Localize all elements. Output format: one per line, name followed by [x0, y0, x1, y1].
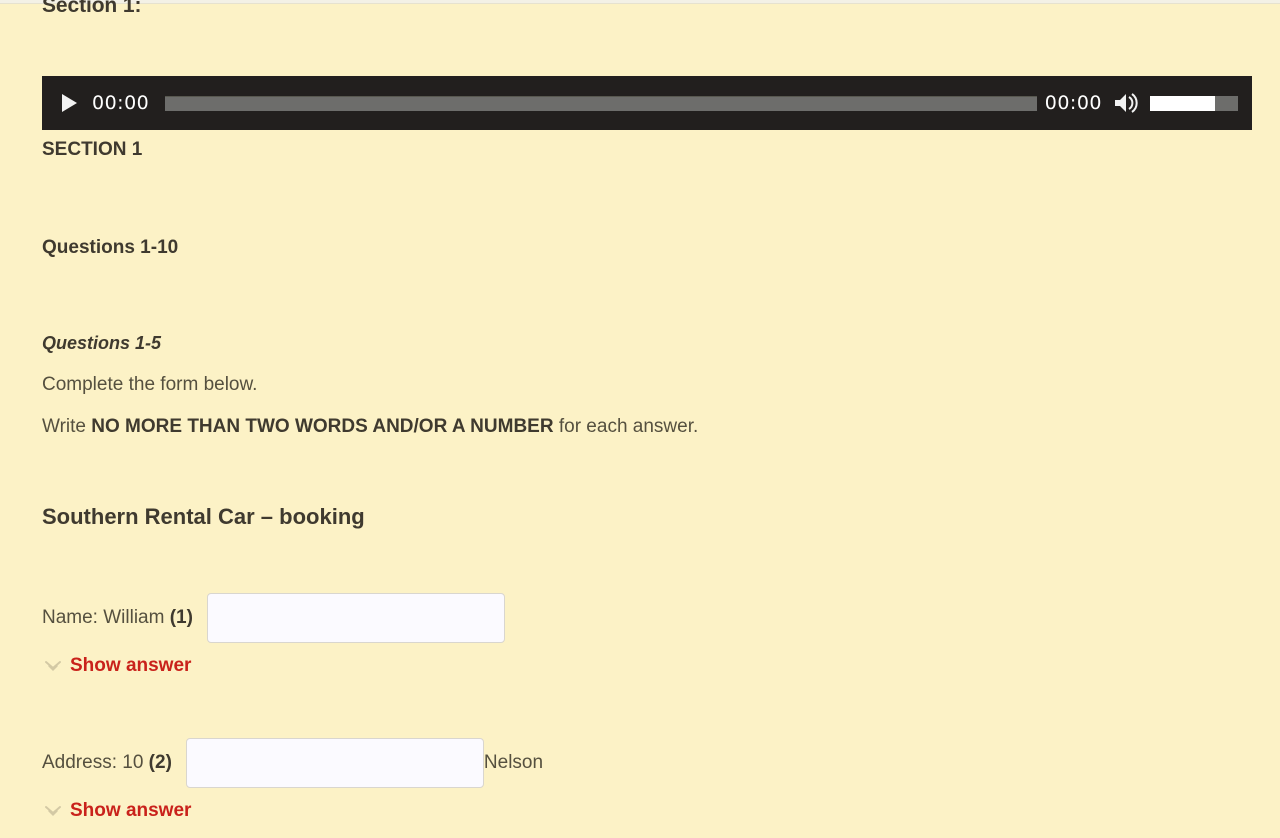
volume-slider[interactable]: [1150, 95, 1238, 111]
form-label-address: Address: 10 (2): [42, 752, 172, 774]
audio-player[interactable]: 00:00 00:00: [42, 76, 1252, 130]
form-row-name: Name: William (1): [42, 593, 1238, 643]
duration-label: 00:00: [1044, 92, 1102, 114]
lesson-content: SECTION 1 Questions 1-10 Questions 1-5 C…: [42, 136, 1238, 822]
question-number-2: (2): [148, 752, 172, 773]
show-answer-toggle-2[interactable]: Show answer: [42, 800, 191, 822]
speaker-volume-icon[interactable]: [1114, 91, 1140, 115]
show-answer-label-2: Show answer: [70, 800, 192, 821]
chevron-down-icon: [42, 802, 64, 820]
questions-range-heading: Questions 1-10: [42, 237, 179, 258]
page-section-title: Section 1:: [42, 0, 142, 17]
answer-input-1[interactable]: [206, 593, 505, 643]
question-number-1: (1): [169, 607, 193, 628]
current-time-label: 00:00: [92, 92, 150, 114]
form-label-address-text: Address: 10: [42, 752, 149, 773]
show-answer-toggle-1[interactable]: Show answer: [42, 655, 191, 677]
form-label-name-text: Name: William: [42, 607, 170, 628]
instruction-word-limit: Write NO MORE THAN TWO WORDS AND/OR A NU…: [42, 414, 1238, 440]
questions-subrange-heading: Questions 1-5: [42, 333, 162, 353]
answer-input-2[interactable]: [185, 738, 484, 788]
audio-progress-slider[interactable]: [165, 95, 1037, 111]
chevron-down-icon: [42, 657, 64, 675]
show-answer-label-1: Show answer: [70, 655, 192, 676]
play-triangle-icon: [61, 94, 77, 112]
lesson-page: Section 1: 00:00 00:00 SECTION 1 Questio…: [0, 0, 1280, 838]
instruction-suffix: for each answer.: [553, 416, 699, 437]
form-title: Southern Rental Car – booking: [42, 504, 365, 529]
form-row-address: Address: 10 (2) Nelson: [42, 738, 1238, 788]
instruction-prefix: Write: [42, 416, 92, 437]
play-button[interactable]: [56, 90, 82, 116]
instruction-emphasis: NO MORE THAN TWO WORDS AND/OR A NUMBER: [91, 416, 554, 437]
instruction-complete-form: Complete the form below.: [42, 374, 258, 395]
form-suffix-address: Nelson: [483, 752, 544, 773]
volume-fill: [1150, 95, 1216, 111]
form-label-name: Name: William (1): [42, 607, 193, 629]
section-heading: SECTION 1: [42, 139, 143, 160]
